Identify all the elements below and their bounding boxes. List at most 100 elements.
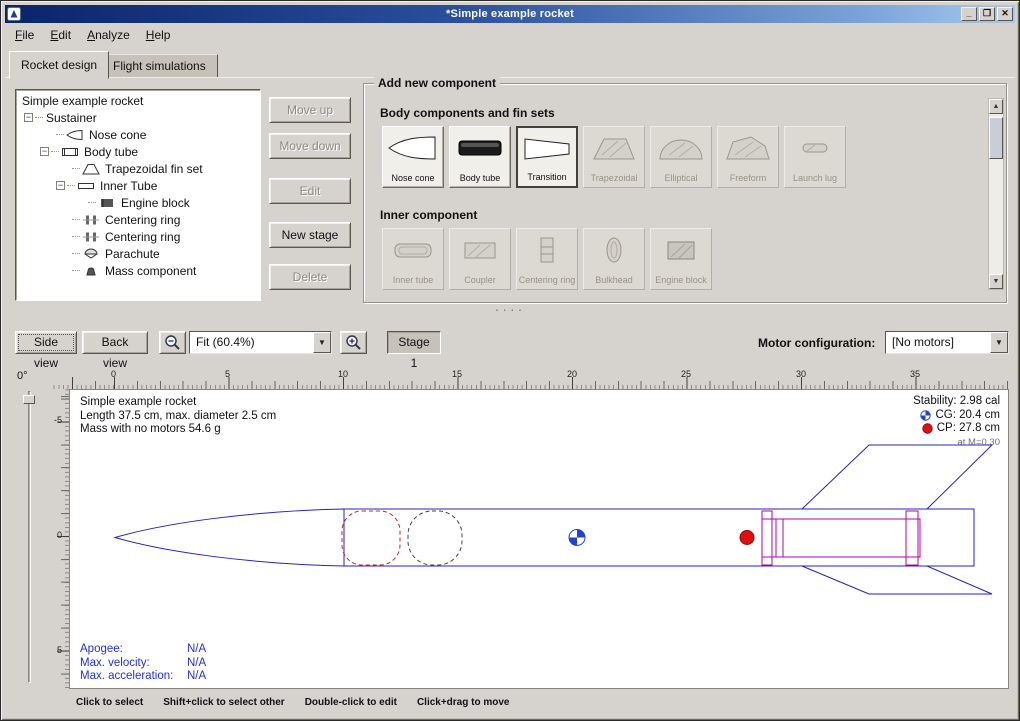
ruler-tick-label: -5 [51, 415, 62, 425]
edit-button[interactable]: Edit [269, 178, 351, 204]
freeform-fin-icon [722, 133, 774, 163]
tab-rocket-design[interactable]: Rocket design [9, 51, 109, 79]
collapse-icon[interactable]: − [24, 113, 33, 122]
hint-click-select: Click to select [76, 697, 143, 708]
slider-track [28, 391, 31, 683]
tab-bar: Rocket design Flight simulations [5, 49, 1015, 78]
ruler-tick-label: 0 [51, 530, 62, 540]
button-label: Elliptical [664, 174, 697, 183]
move-up-button[interactable]: Move up [269, 97, 351, 123]
side-view-button[interactable]: Side view [15, 331, 77, 354]
zoom-out-icon [164, 334, 181, 351]
tree-connector [51, 151, 59, 152]
chevron-down-icon[interactable]: ▼ [990, 332, 1008, 353]
body-tube-icon [61, 146, 79, 158]
tree-label: Sustainer [44, 111, 99, 125]
zoom-level-select[interactable]: Fit (60.4%) ▼ [189, 331, 332, 354]
fin-top-outline [802, 445, 992, 509]
tree-label: Parachute [103, 247, 162, 261]
scroll-down-icon[interactable]: ▼ [989, 274, 1003, 289]
rotation-slider[interactable] [23, 391, 35, 683]
zoom-in-button[interactable] [340, 331, 367, 354]
tree-connector [72, 270, 80, 271]
collapse-icon[interactable]: − [40, 147, 49, 156]
centering-ring-icon [521, 235, 573, 265]
tree-connector [56, 134, 64, 135]
add-body-tube-button[interactable]: Body tube [449, 126, 511, 188]
add-component-panel: Add new component Body components and fi… [363, 83, 1007, 303]
maximize-button[interactable]: ❐ [979, 7, 995, 21]
tree-item-nose-cone[interactable]: Nose cone [16, 126, 260, 143]
add-inner-tube-button[interactable]: Inner tube [382, 228, 444, 290]
add-nose-cone-button[interactable]: Nose cone [382, 126, 444, 188]
menu-edit[interactable]: Edit [42, 25, 79, 45]
horizontal-ruler: 0 5 10 15 20 25 30 35 [51, 369, 1009, 389]
tree-connector [72, 236, 80, 237]
tree-item-centering-ring-2[interactable]: Centering ring [16, 228, 260, 245]
add-elliptical-fin-button[interactable]: Elliptical [650, 126, 712, 188]
add-coupler-button[interactable]: Coupler [449, 228, 511, 290]
add-freeform-fin-button[interactable]: Freeform [717, 126, 779, 188]
tree-connector [72, 219, 80, 220]
collapse-icon[interactable]: − [56, 181, 65, 190]
scrollbar-thumb[interactable] [989, 117, 1003, 159]
add-trapezoidal-fin-button[interactable]: Trapezoidal [583, 126, 645, 188]
tree-item-parachute[interactable]: Parachute [16, 245, 260, 262]
tree-item-stage[interactable]: − Sustainer [16, 109, 260, 126]
menu-analyze[interactable]: Analyze [79, 25, 138, 45]
tree-label: Centering ring [103, 230, 182, 244]
cp-value: CP: 27.8 cm [937, 422, 1000, 436]
chevron-down-icon[interactable]: ▼ [313, 332, 331, 353]
back-view-button[interactable]: Back view [82, 331, 148, 354]
tree-item-rocket[interactable]: Simple example rocket [16, 92, 260, 109]
tree-item-body-tube[interactable]: − Body tube [16, 143, 260, 160]
tree-connector [35, 117, 43, 118]
delete-button[interactable]: Delete [269, 264, 351, 290]
cp-icon [922, 423, 933, 434]
menu-file[interactable]: File [7, 25, 42, 45]
slider-thumb[interactable] [23, 395, 35, 404]
component-panel-scrollbar[interactable]: ▲ ▼ [988, 98, 1004, 290]
splitter-handle[interactable]: ···· [1, 304, 1019, 314]
status-hints: Click to select Shift+click to select ot… [76, 697, 509, 708]
tree-connector [88, 202, 96, 203]
ruler-tick-label: 15 [452, 369, 462, 379]
add-bulkhead-button[interactable]: Bulkhead [583, 228, 645, 290]
component-tree[interactable]: Simple example rocket − Sustainer Nose c… [15, 89, 261, 301]
add-engine-block-button[interactable]: Engine block [650, 228, 712, 290]
titlebar[interactable]: *Simple example rocket _ ❐ ✕ [5, 5, 1015, 23]
zoom-out-button[interactable] [159, 331, 186, 354]
new-stage-button[interactable]: New stage [269, 222, 351, 248]
tree-label: Inner Tube [98, 179, 159, 193]
add-launch-lug-button[interactable]: Launch lug [784, 126, 846, 188]
tree-connector [72, 253, 80, 254]
motor-configuration-label: Motor configuration: [758, 336, 875, 350]
nose-cone-icon [66, 129, 84, 141]
max-acceleration-label: Max. acceleration: [80, 670, 187, 684]
tree-item-mass-component[interactable]: Mass component [16, 262, 260, 279]
tab-flight-simulations[interactable]: Flight simulations [101, 54, 218, 78]
move-down-button[interactable]: Move down [269, 133, 351, 159]
motor-configuration-select[interactable]: [No motors] ▼ [885, 331, 1009, 354]
scroll-up-icon[interactable]: ▲ [989, 99, 1003, 114]
button-label: Transition [527, 173, 566, 182]
vertical-ruler: -5 0 5 [51, 389, 69, 689]
parachute-outline [342, 511, 400, 565]
tree-item-fin-set[interactable]: Trapezoidal fin set [16, 160, 260, 177]
stage-1-toggle[interactable]: Stage 1 [387, 331, 441, 354]
inner-tube-icon [77, 180, 95, 192]
menu-help[interactable]: Help [138, 25, 179, 45]
apogee-label: Apogee: [80, 643, 187, 657]
tree-item-inner-tube[interactable]: − Inner Tube [16, 177, 260, 194]
motor-configuration-value: [No motors] [886, 332, 990, 353]
minimize-button[interactable]: _ [961, 7, 977, 21]
add-transition-button[interactable]: Transition [516, 126, 578, 188]
tree-item-centering-ring-1[interactable]: Centering ring [16, 211, 260, 228]
close-button[interactable]: ✕ [997, 7, 1013, 21]
ruler-tick-label: 25 [681, 369, 691, 379]
ruler-tick-label: 20 [567, 369, 577, 379]
cg-icon [920, 410, 931, 421]
add-centering-ring-button[interactable]: Centering ring [516, 228, 578, 290]
rocket-canvas[interactable]: Simple example rocket Length 37.5 cm, ma… [69, 389, 1009, 689]
tree-item-engine-block[interactable]: Engine block [16, 194, 260, 211]
